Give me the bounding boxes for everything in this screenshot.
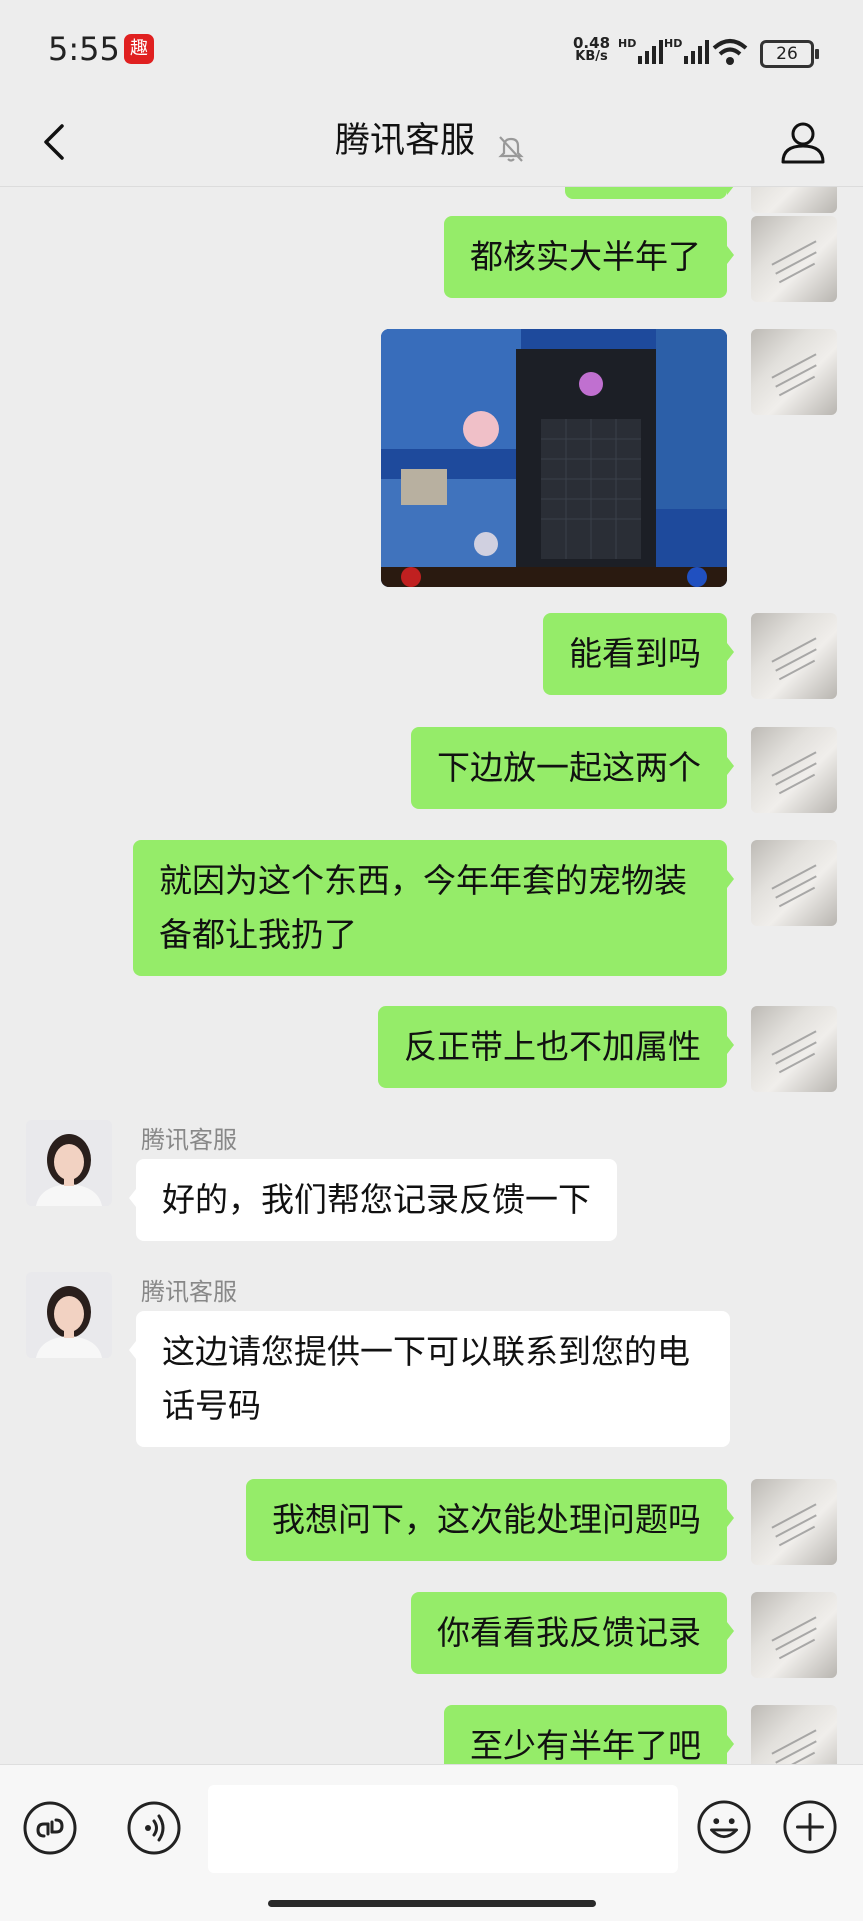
network-speed: 0.48 KB/s	[573, 36, 610, 64]
signal-icon: HD	[618, 37, 663, 64]
image-message[interactable]	[381, 329, 727, 587]
bell-off-icon	[498, 135, 524, 162]
message-bubble-partial[interactable]	[565, 187, 734, 199]
message-bubble[interactable]: 你看看我反馈记录	[411, 1592, 734, 1674]
message-bubble[interactable]: 都核实大半年了	[444, 216, 734, 298]
my-avatar[interactable]	[751, 613, 837, 699]
message-bubble[interactable]: 我想问下，这次能处理问题吗	[246, 1479, 734, 1561]
wifi-icon	[712, 39, 748, 65]
title-area: 腾讯客服	[0, 112, 863, 165]
message-bubble[interactable]: 能看到吗	[543, 613, 734, 695]
my-avatar[interactable]	[751, 1705, 837, 1764]
chat-header: 腾讯客服	[0, 98, 863, 187]
sender-name: 腾讯客服	[141, 1126, 237, 1154]
my-avatar[interactable]	[751, 840, 837, 926]
agent-portrait-image	[26, 1272, 112, 1358]
status-bar: 5:55 趣 0.48 KB/s HD HD 26	[0, 0, 863, 98]
sender-name: 腾讯客服	[141, 1278, 237, 1306]
message-input[interactable]	[208, 1785, 678, 1873]
my-avatar[interactable]	[751, 329, 837, 415]
input-bar	[0, 1764, 863, 1921]
my-avatar[interactable]	[751, 1479, 837, 1565]
customer-service-avatar[interactable]	[26, 1272, 112, 1358]
sim2-label: HD	[664, 37, 682, 50]
page-title: 腾讯客服	[334, 121, 475, 161]
profile-button[interactable]	[773, 112, 833, 172]
my-avatar[interactable]	[751, 1592, 837, 1678]
sim1-label: HD	[618, 37, 636, 50]
message-bubble[interactable]: 至少有半年了吧	[444, 1705, 734, 1764]
network-speed-value: 0.48	[573, 34, 611, 52]
message-bubble[interactable]: 这边请您提供一下可以联系到您的电话号码	[129, 1311, 730, 1447]
customer-service-avatar[interactable]	[26, 1120, 112, 1206]
message-bubble[interactable]: 好的，我们帮您记录反馈一下	[129, 1159, 617, 1241]
battery-icon: 26	[760, 40, 819, 68]
emoji-icon[interactable]	[696, 1799, 752, 1855]
app-notification-icon: 趣	[124, 34, 154, 64]
message-bubble[interactable]: 反正带上也不加属性	[378, 1006, 734, 1088]
signal-icon-2: HD	[664, 37, 709, 64]
my-avatar[interactable]	[751, 216, 837, 302]
game-screenshot-image	[381, 329, 727, 587]
plus-icon[interactable]	[782, 1799, 838, 1855]
agent-portrait-image	[26, 1120, 112, 1206]
my-avatar[interactable]	[751, 187, 837, 213]
network-speed-unit: KB/s	[575, 49, 608, 64]
my-avatar[interactable]	[751, 727, 837, 813]
message-list[interactable]: 都核实大半年了 能看到吗 下边放一起这两个 就因为这个东西，今年年套的宠物装备都…	[0, 187, 863, 1764]
message-bubble[interactable]: 下边放一起这两个	[411, 727, 734, 809]
home-indicator[interactable]	[268, 1900, 596, 1907]
message-bubble[interactable]: 就因为这个东西，今年年套的宠物装备都让我扔了	[133, 840, 734, 976]
my-avatar[interactable]	[751, 1006, 837, 1092]
clock: 5:55	[48, 30, 120, 68]
mini-program-icon[interactable]	[22, 1800, 78, 1856]
voice-icon[interactable]	[126, 1800, 182, 1856]
